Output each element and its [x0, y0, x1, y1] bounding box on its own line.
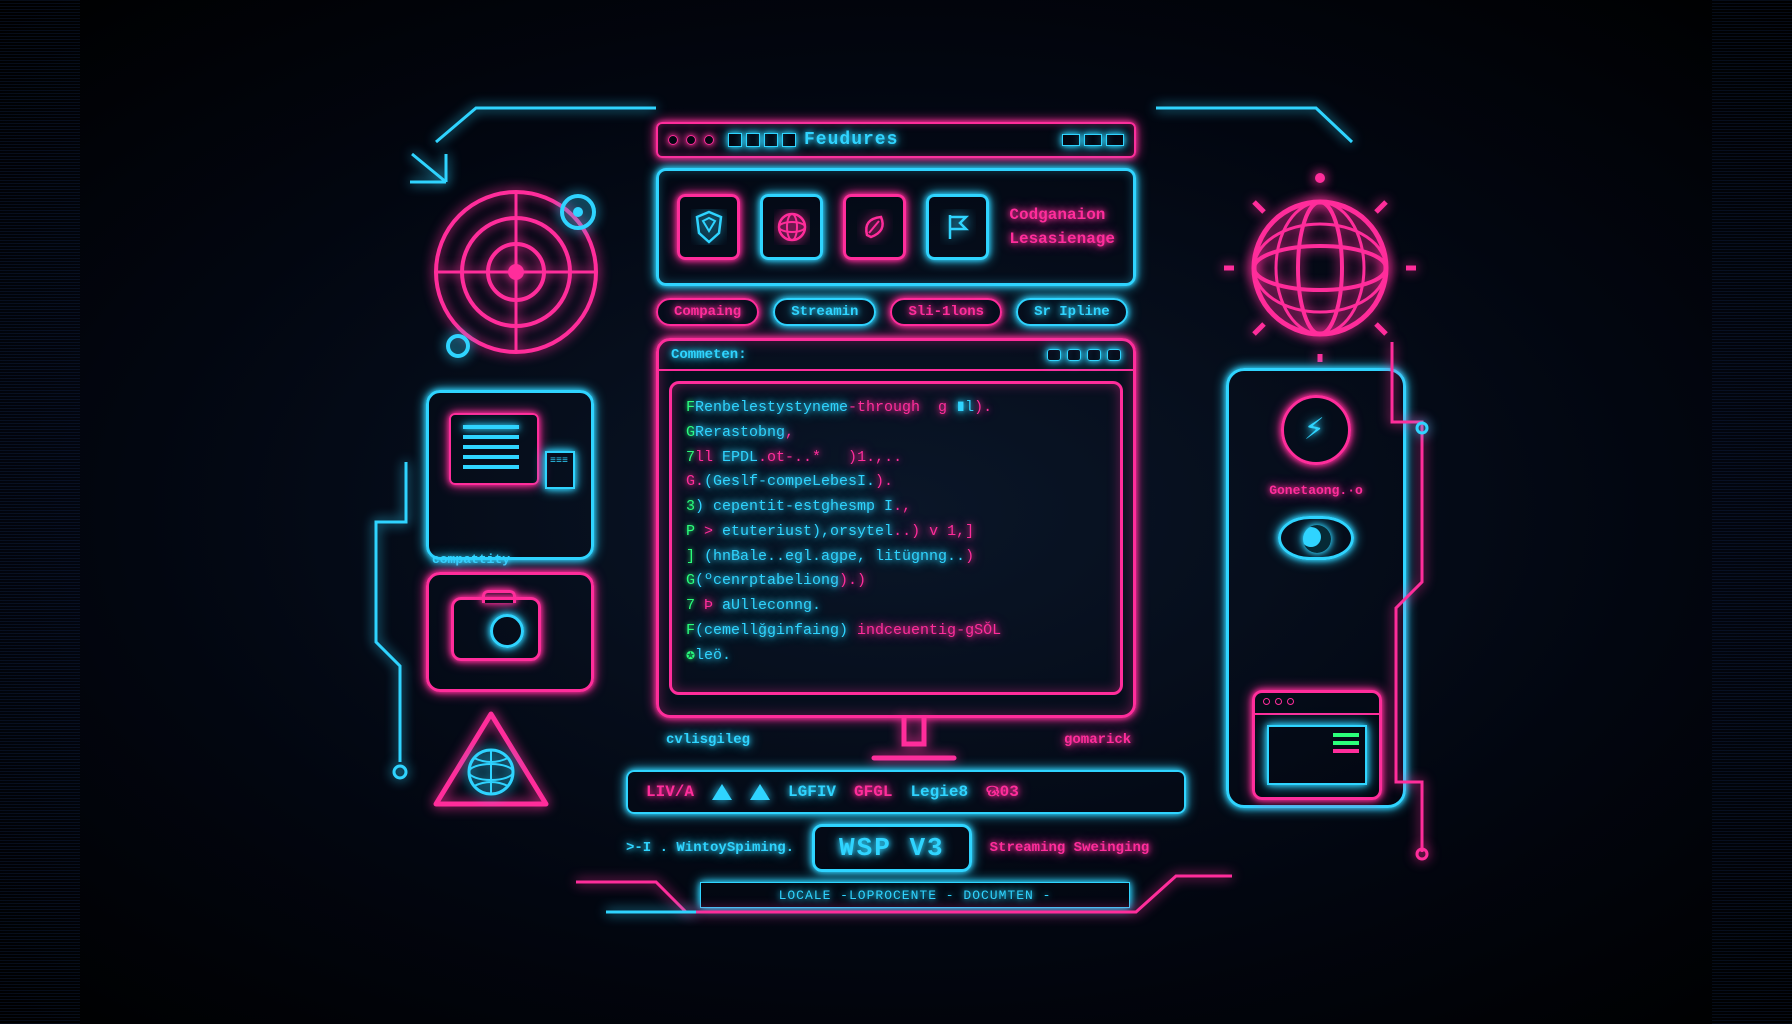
camera-icon	[451, 597, 541, 661]
tile-leaf-icon[interactable]	[843, 194, 906, 260]
left-panel-camera	[426, 572, 594, 692]
tab-2[interactable]: Sli-1lons	[890, 298, 1002, 326]
storm-globe-icon	[1281, 395, 1351, 465]
tile-shield-icon[interactable]	[677, 194, 740, 260]
eye-icon	[1278, 516, 1354, 560]
page-icon	[545, 451, 575, 489]
tab-1[interactable]: Streamin	[773, 298, 876, 326]
circuit-top-icon	[436, 102, 1356, 157]
terminal-window-buttons[interactable]	[1047, 349, 1121, 361]
floor-label-right: gomarick	[1064, 732, 1131, 748]
circuit-trace-icon	[1382, 342, 1452, 867]
tab-3[interactable]: Sr Ipline	[1016, 298, 1128, 326]
terminal-body[interactable]: FRenbelestystyneme-through g ∎l).GRerast…	[669, 381, 1123, 695]
mini-screen-icon	[449, 413, 539, 485]
logo-4: ଊ03	[986, 783, 1019, 801]
right-panel-label: Gonetaong.·o	[1269, 483, 1363, 498]
monitor-stand-icon	[854, 718, 974, 773]
tile-flag-icon[interactable]	[926, 194, 989, 260]
left-panel-screen	[426, 390, 594, 560]
logo-bar: LIV/A LGFIV GFGL Legie8 ଊ03	[626, 770, 1186, 814]
circuit-trace-icon	[356, 462, 416, 787]
terminal-titlebar: Commeten:	[659, 341, 1133, 371]
terminal-title: Commeten:	[671, 347, 747, 363]
terminal-window: Commeten: FRenbelestystyneme-through g ∎…	[656, 338, 1136, 718]
logo-3: Legie8	[910, 783, 968, 801]
tile-globe-icon[interactable]	[760, 194, 823, 260]
floor-label-left: cvlisgileg	[666, 732, 750, 748]
warning-icon	[426, 706, 556, 821]
triangle-icon	[750, 784, 770, 800]
circuit-corner-icon	[576, 862, 1236, 937]
wsp-left: >-I . WintoySpiming.	[626, 840, 794, 856]
logo-1: LGFIV	[788, 783, 836, 801]
logo-2: GFGL	[854, 783, 892, 801]
triangle-icon	[712, 784, 732, 800]
tile-label-b: Lesasienage	[1009, 230, 1115, 248]
wsp-right: Streaming Sweinging	[990, 840, 1150, 856]
tile-label-a: Codganaion	[1009, 206, 1115, 224]
logo-0: LIV/A	[646, 783, 694, 801]
compat-label: compattity	[432, 552, 510, 567]
tab-0[interactable]: Compaing	[656, 298, 759, 326]
mini-browser-icon	[1252, 690, 1382, 800]
feature-tiles: Codganaion Lesasienage	[656, 168, 1136, 286]
radar-icon	[406, 152, 626, 377]
tab-bar: Compaing Streamin Sli-1lons Sr Ipline	[656, 298, 1128, 326]
